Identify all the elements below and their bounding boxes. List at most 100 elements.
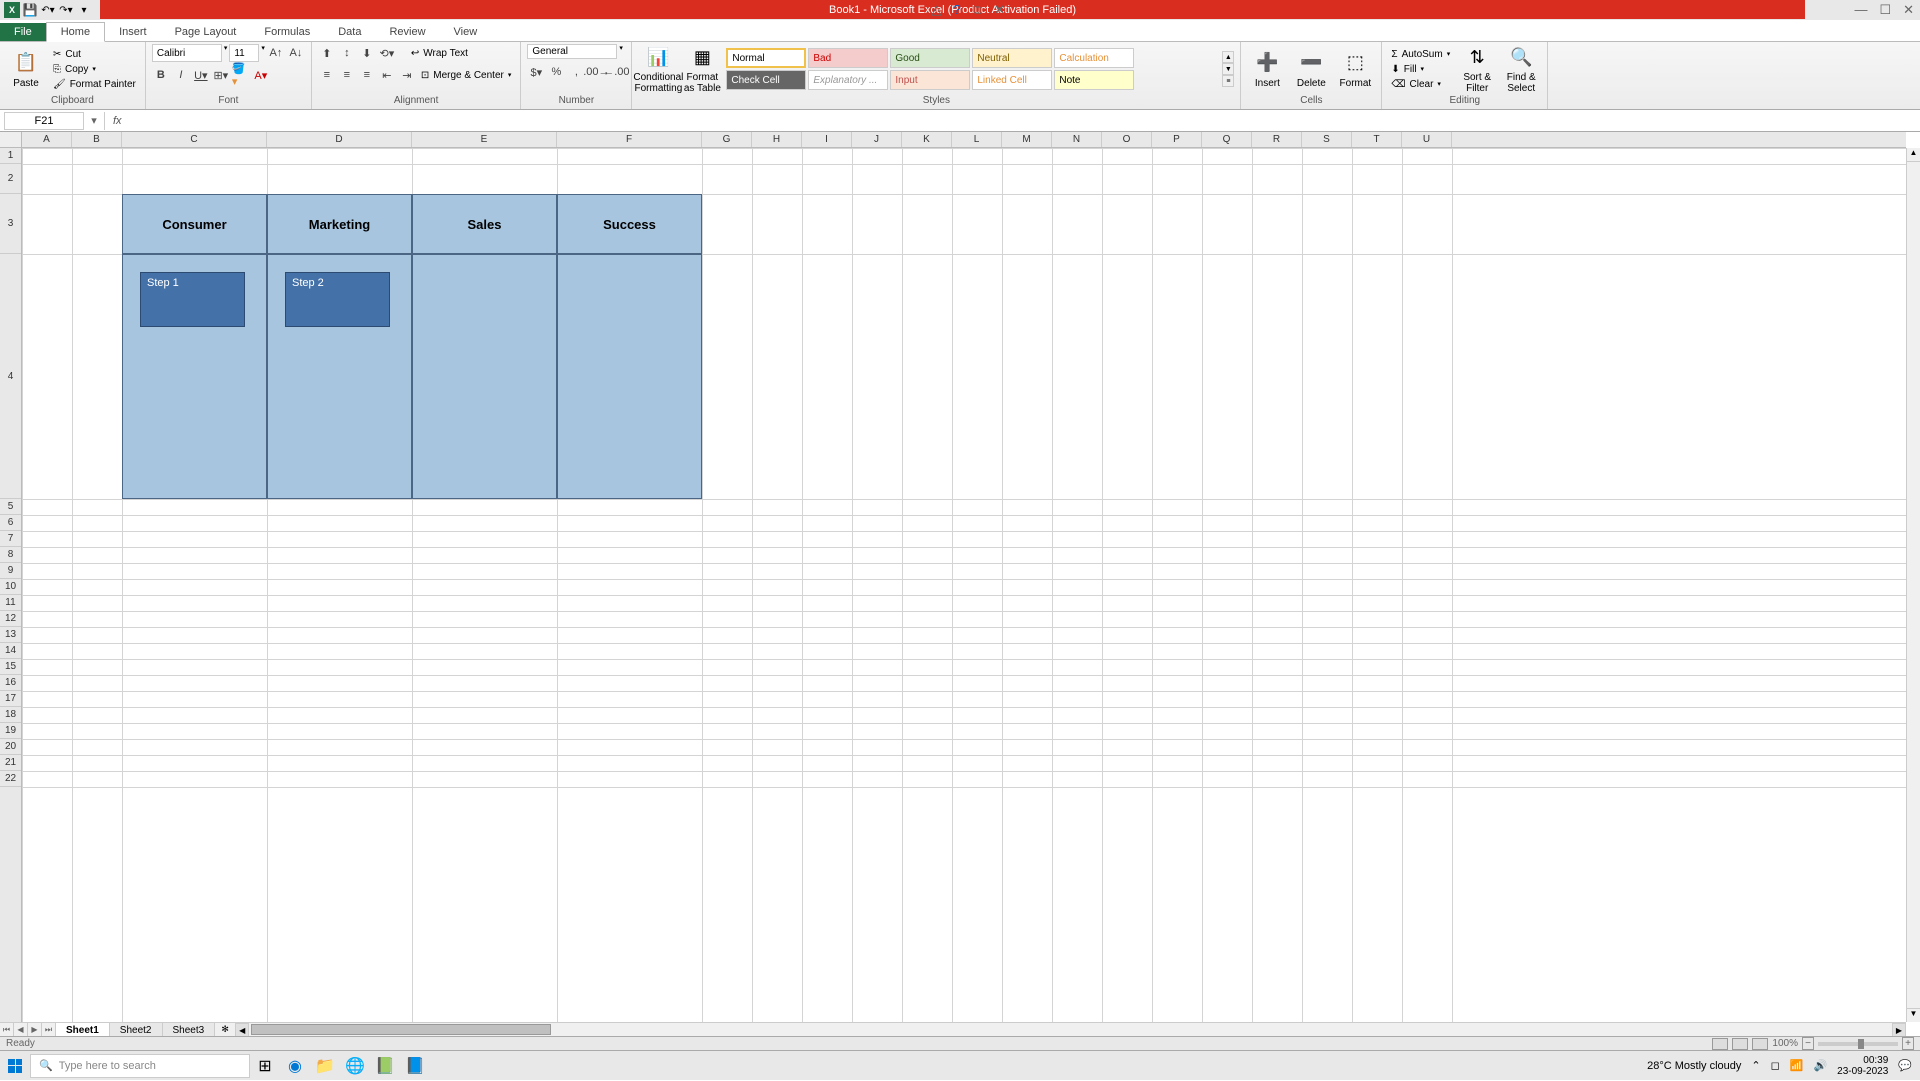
page-layout-view-button[interactable] — [1732, 1038, 1748, 1050]
row-header-14[interactable]: 14 — [0, 643, 21, 659]
col-header-O[interactable]: O — [1102, 132, 1152, 147]
chrome-icon[interactable]: 🌐 — [340, 1051, 370, 1081]
zoom-slider[interactable] — [1818, 1042, 1898, 1046]
row-header-8[interactable]: 8 — [0, 547, 21, 563]
new-sheet-button[interactable]: ✻ — [215, 1023, 235, 1036]
last-sheet-button[interactable]: ⏭ — [42, 1023, 56, 1037]
row-header-16[interactable]: 16 — [0, 675, 21, 691]
font-size-select[interactable] — [229, 44, 259, 62]
format-painter-button[interactable]: 🖌Format Painter — [50, 78, 139, 91]
row-header-21[interactable]: 21 — [0, 755, 21, 771]
col-header-K[interactable]: K — [902, 132, 952, 147]
fx-icon[interactable]: fx — [109, 115, 126, 127]
row-header-4[interactable]: 4 — [0, 254, 21, 499]
conditional-formatting-button[interactable]: 📊 Conditional Formatting — [638, 44, 678, 94]
normal-view-button[interactable] — [1712, 1038, 1728, 1050]
cell-styles-gallery[interactable]: Normal Bad Good Neutral Calculation Chec… — [726, 48, 1216, 90]
scroll-left-button[interactable]: ◀ — [235, 1023, 249, 1036]
style-good[interactable]: Good — [890, 48, 970, 68]
paste-button[interactable]: 📋 Paste — [6, 50, 46, 89]
col-header-U[interactable]: U — [1402, 132, 1452, 147]
col-header-N[interactable]: N — [1052, 132, 1102, 147]
help-icon[interactable]: ? — [954, 2, 961, 18]
currency-button[interactable]: $▾ — [527, 63, 545, 81]
style-bad[interactable]: Bad — [808, 48, 888, 68]
start-button[interactable] — [0, 1051, 30, 1081]
swimlane-body-success[interactable] — [557, 254, 702, 499]
wrap-text-button[interactable]: ↩Wrap Text — [408, 44, 471, 62]
swimlane-header-marketing[interactable]: Marketing — [267, 194, 412, 254]
weather-widget[interactable]: 28°C Mostly cloudy — [1647, 1060, 1741, 1072]
sort-filter-button[interactable]: ⇅Sort & Filter — [1457, 44, 1497, 94]
orientation-button[interactable]: ⟲▾ — [378, 44, 396, 62]
autosum-button[interactable]: ΣAutoSum▾ — [1388, 48, 1453, 61]
swimlane-header-sales[interactable]: Sales — [412, 194, 557, 254]
cut-button[interactable]: ✂Cut — [50, 48, 139, 61]
col-header-D[interactable]: D — [267, 132, 412, 147]
style-check-cell[interactable]: Check Cell — [726, 70, 806, 90]
cells-area[interactable]: ConsumerMarketingSalesSuccessStep 1Step … — [22, 148, 1906, 1022]
close-inner-icon[interactable]: ✕ — [994, 2, 1005, 18]
tab-page-layout[interactable]: Page Layout — [161, 23, 251, 41]
col-header-A[interactable]: A — [22, 132, 72, 147]
row-header-12[interactable]: 12 — [0, 611, 21, 627]
first-sheet-button[interactable]: ⏮ — [0, 1023, 14, 1037]
style-input[interactable]: Input — [890, 70, 970, 90]
delete-cells-button[interactable]: ➖Delete — [1291, 50, 1331, 89]
scroll-up-button[interactable]: ▲ — [1907, 148, 1920, 162]
percent-button[interactable]: % — [547, 63, 565, 81]
column-headers[interactable]: ABCDEFGHIJKLMNOPQRSTU — [22, 132, 1906, 148]
style-note[interactable]: Note — [1054, 70, 1134, 90]
row-headers[interactable]: 12345678910111213141516171819202122 — [0, 148, 22, 1022]
format-as-table-button[interactable]: ▦ Format as Table — [682, 44, 722, 94]
name-box-dropdown[interactable]: ▾ — [88, 114, 100, 127]
decrease-indent-button[interactable]: ⇤ — [378, 66, 396, 84]
meet-now-icon[interactable]: ◻ — [1771, 1059, 1780, 1072]
row-header-11[interactable]: 11 — [0, 595, 21, 611]
col-header-G[interactable]: G — [702, 132, 752, 147]
zoom-in-button[interactable]: + — [1902, 1037, 1914, 1050]
formula-input[interactable] — [126, 111, 1920, 130]
fill-button[interactable]: ⬇Fill▾ — [1388, 63, 1453, 76]
fill-color-button[interactable]: 🪣▾ — [232, 66, 250, 84]
row-header-13[interactable]: 13 — [0, 627, 21, 643]
word-taskbar-icon[interactable]: 📘 — [400, 1051, 430, 1081]
col-header-F[interactable]: F — [557, 132, 702, 147]
font-name-select[interactable] — [152, 44, 222, 62]
scroll-right-button[interactable]: ▶ — [1892, 1023, 1906, 1036]
align-right-button[interactable]: ≡ — [358, 66, 376, 84]
wifi-icon[interactable]: 📶 — [1790, 1059, 1804, 1072]
edge-icon[interactable]: ◉ — [280, 1051, 310, 1081]
row-header-1[interactable]: 1 — [0, 148, 21, 164]
zoom-out-button[interactable]: − — [1802, 1037, 1814, 1050]
restore-window-icon[interactable]: ⧉ — [973, 2, 982, 18]
shrink-font-button[interactable]: A↓ — [287, 44, 305, 62]
row-header-9[interactable]: 9 — [0, 563, 21, 579]
sheet-tab-sheet1[interactable]: Sheet1 — [56, 1023, 110, 1036]
col-header-S[interactable]: S — [1302, 132, 1352, 147]
col-header-Q[interactable]: Q — [1202, 132, 1252, 147]
volume-icon[interactable]: 🔊 — [1813, 1059, 1827, 1072]
align-top-button[interactable]: ⬆ — [318, 44, 336, 62]
excel-taskbar-icon[interactable]: 📗 — [370, 1051, 400, 1081]
row-header-20[interactable]: 20 — [0, 739, 21, 755]
row-header-3[interactable]: 3 — [0, 194, 21, 254]
select-all-corner[interactable] — [0, 132, 22, 148]
tab-view[interactable]: View — [440, 23, 492, 41]
col-header-E[interactable]: E — [412, 132, 557, 147]
format-cells-button[interactable]: ⬚Format — [1335, 50, 1375, 89]
col-header-R[interactable]: R — [1252, 132, 1302, 147]
row-header-15[interactable]: 15 — [0, 659, 21, 675]
clock[interactable]: 00:39 23-09-2023 — [1837, 1055, 1888, 1077]
style-calculation[interactable]: Calculation — [1054, 48, 1134, 68]
sheet-tab-sheet2[interactable]: Sheet2 — [110, 1023, 163, 1036]
tray-chevron-icon[interactable]: ⌃ — [1751, 1059, 1760, 1072]
bold-button[interactable]: B — [152, 66, 170, 84]
swimlane-header-consumer[interactable]: Consumer — [122, 194, 267, 254]
col-header-H[interactable]: H — [752, 132, 802, 147]
align-left-button[interactable]: ≡ — [318, 66, 336, 84]
tab-formulas[interactable]: Formulas — [250, 23, 324, 41]
insert-cells-button[interactable]: ➕Insert — [1247, 50, 1287, 89]
vertical-scrollbar[interactable]: ▲ ▼ — [1906, 148, 1920, 1022]
grow-font-button[interactable]: A↑ — [267, 44, 285, 62]
